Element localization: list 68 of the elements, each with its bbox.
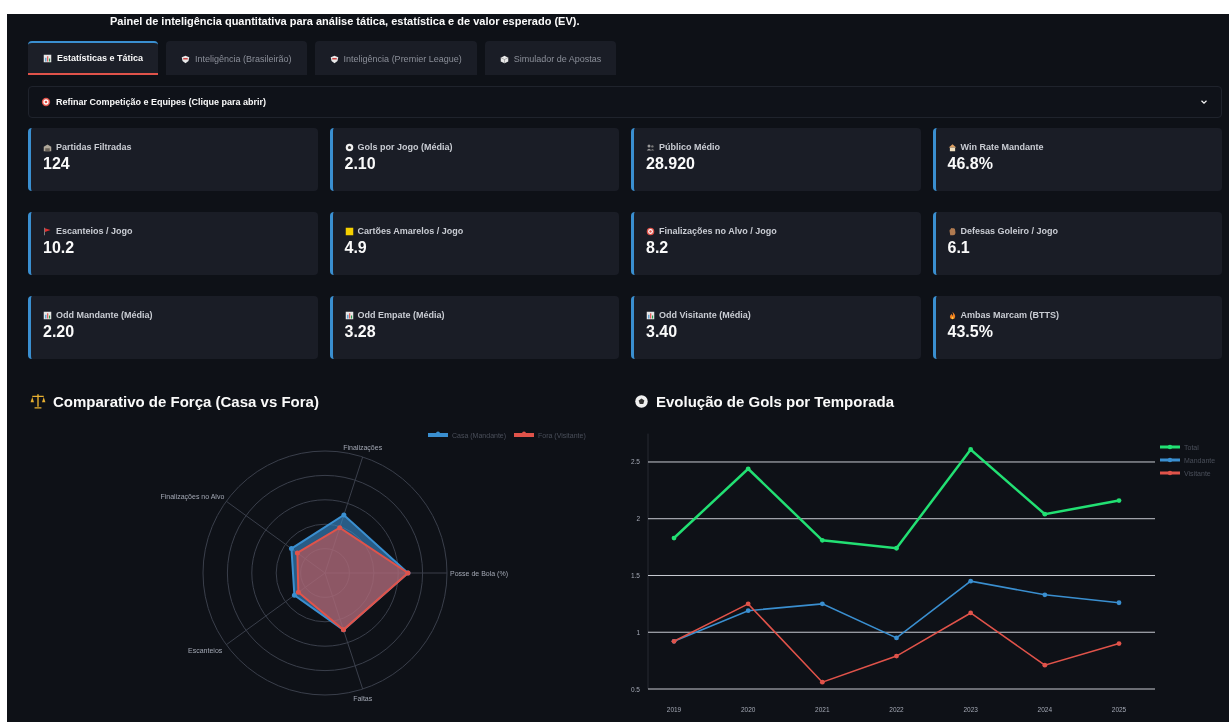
glove-icon — [947, 226, 957, 236]
data-point — [1042, 662, 1048, 668]
page-subtitle: Painel de inteligência quantitativa para análise tática, estatística e de valor esperado (EV). — [109, 14, 581, 29]
soccer-ball-icon — [344, 142, 354, 152]
tab[interactable]: Inteligência (Brasileirão) — [166, 41, 307, 75]
metric-value: 10.2 — [43, 239, 76, 257]
metric-value: 2.20 — [43, 323, 76, 341]
house-icon — [947, 142, 957, 152]
data-point — [819, 679, 825, 685]
data-point — [819, 537, 825, 543]
target-icon — [646, 226, 655, 236]
metric-value: 3.28 — [344, 323, 377, 341]
data-point — [894, 635, 899, 641]
tab[interactable]: Inteligência (Premier League) — [314, 41, 477, 75]
metric-label: Gols por Jogo (Média) — [357, 142, 453, 152]
metric-label: Cartões Amarelos / Jogo — [357, 226, 464, 236]
tab[interactable]: Estatísticas e Tática — [28, 41, 159, 75]
target-icon — [41, 97, 51, 107]
bar-chart-icon — [43, 53, 52, 63]
shield-icon — [329, 54, 339, 64]
metric-value: 2.10 — [344, 155, 377, 173]
data-point — [671, 535, 677, 541]
metric-value: 124 — [43, 155, 71, 173]
data-point — [1116, 641, 1122, 646]
bar-chart-icon — [43, 310, 52, 320]
metric-label: Odd Empate (Média) — [357, 310, 445, 320]
metric-value: 43.5% — [947, 323, 994, 341]
flame-icon — [947, 310, 957, 320]
metric-label: Escanteios / Jogo — [56, 226, 133, 236]
section-title: Comparativo de Força (Casa vs Fora) — [53, 392, 319, 410]
card-icon — [344, 226, 354, 236]
bar-chart-icon — [344, 310, 354, 320]
data-point — [1042, 511, 1048, 517]
data-point — [894, 545, 899, 551]
stadium-icon — [43, 142, 52, 152]
cube-icon — [499, 54, 509, 64]
metric-label: Win Rate Mandante — [960, 142, 1044, 152]
data-point — [1116, 498, 1122, 503]
metric-label: Finalizações no Alvo / Jogo — [659, 226, 777, 236]
metric-value: 6.1 — [947, 239, 971, 257]
tab[interactable]: Simulador de Apostas — [484, 41, 617, 75]
flag-icon — [43, 226, 52, 236]
data-point — [819, 601, 825, 607]
metric-value: 46.8% — [947, 155, 994, 173]
metric-label: Ambas Marcam (BTTS) — [960, 310, 1060, 320]
people-icon — [646, 142, 655, 152]
scales-icon — [30, 393, 46, 409]
data-point — [968, 578, 974, 584]
filter-expander[interactable]: Refinar Competição e Equipes (Clique para abrir) — [28, 86, 1222, 118]
metric-value: 3.40 — [646, 323, 679, 341]
shield-icon — [181, 54, 191, 64]
metric-value: 4.9 — [344, 239, 368, 257]
data-point — [1116, 600, 1122, 606]
data-point — [894, 653, 899, 659]
metric-label: Odd Visitante (Média) — [659, 310, 751, 320]
metric-label: Defesas Goleiro / Jogo — [960, 226, 1059, 236]
data-point — [1042, 592, 1048, 598]
metric-value: 8.2 — [646, 239, 670, 257]
data-point — [968, 447, 974, 452]
data-point — [968, 610, 974, 616]
metric-label: Partidas Filtradas — [56, 142, 132, 152]
metric-label: Público Médio — [659, 142, 720, 152]
metric-value: 28.920 — [646, 155, 696, 173]
bar-chart-icon — [646, 310, 655, 320]
section-title: Evolução de Gols por Temporada — [656, 392, 895, 410]
metric-label: Odd Mandante (Média) — [56, 310, 153, 320]
data-point — [745, 466, 751, 472]
soccer-ball-icon — [634, 393, 649, 409]
